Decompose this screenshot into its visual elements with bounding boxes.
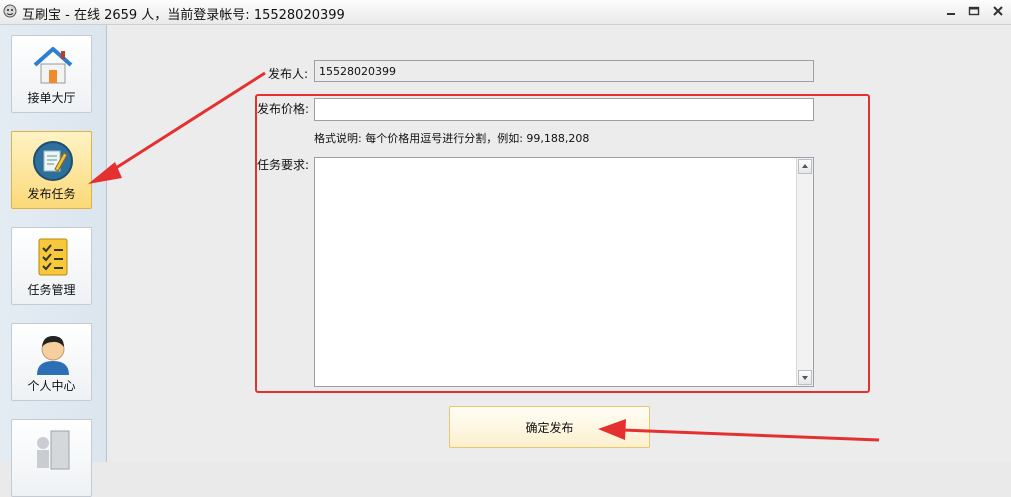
publisher-label: 发布人:: [268, 67, 309, 81]
price-format-hint: 格式说明: 每个价格用逗号进行分割，例如: 99,188,208: [314, 132, 590, 145]
requirement-scrollbar[interactable]: [796, 158, 813, 386]
publisher-field: [314, 60, 814, 82]
confirm-publish-button[interactable]: 确定发布: [449, 406, 650, 448]
sidebar-item-personal-center[interactable]: 个人中心: [11, 323, 92, 401]
price-label: 发布价格:: [257, 102, 310, 116]
sidebar-item-label: 发布任务: [27, 187, 76, 201]
restore-icon: [968, 6, 980, 16]
price-input[interactable]: [314, 98, 814, 121]
minimize-icon: [947, 13, 955, 15]
requirement-label: 任务要求:: [257, 158, 310, 172]
restore-button[interactable]: [966, 4, 982, 18]
requirement-textarea-container: [314, 157, 814, 387]
scroll-down-button[interactable]: [798, 370, 812, 385]
checklist-icon: [38, 238, 68, 276]
close-button[interactable]: [990, 4, 1006, 18]
sidebar-item-label: 个人中心: [27, 379, 76, 393]
sidebar-item-exit[interactable]: [11, 419, 92, 497]
sidebar: 接单大厅 发布任务 任务管理 个人中心: [0, 25, 107, 497]
sidebar-item-order-hall[interactable]: 接单大厅: [11, 35, 92, 113]
publish-task-panel: 发布人: 发布价格: 格式说明: 每个价格用逗号进行分割，例如: 99,188,…: [107, 25, 1011, 462]
pen-paper-icon: [33, 141, 73, 181]
sidebar-item-task-management[interactable]: 任务管理: [11, 227, 92, 305]
house-icon: [33, 47, 73, 84]
title-bar: 互刷宝 - 在线 2659 人，当前登录帐号: 15528020399: [0, 0, 1011, 25]
door-exit-icon: [37, 430, 70, 470]
requirement-textarea[interactable]: [315, 158, 796, 386]
close-icon: [993, 6, 1003, 16]
sidebar-item-label: 接单大厅: [27, 91, 76, 105]
minimize-button[interactable]: [943, 4, 959, 18]
user-avatar-icon: [37, 336, 69, 375]
sidebar-item-publish-task[interactable]: 发布任务: [11, 131, 92, 209]
sloth-face-icon: [3, 4, 17, 18]
sidebar-item-label: 任务管理: [27, 283, 76, 297]
scroll-up-button[interactable]: [798, 159, 812, 174]
triangle-down-icon: [802, 376, 808, 380]
window-title: 互刷宝 - 在线 2659 人，当前登录帐号: 15528020399: [22, 8, 345, 23]
triangle-up-icon: [802, 164, 808, 168]
